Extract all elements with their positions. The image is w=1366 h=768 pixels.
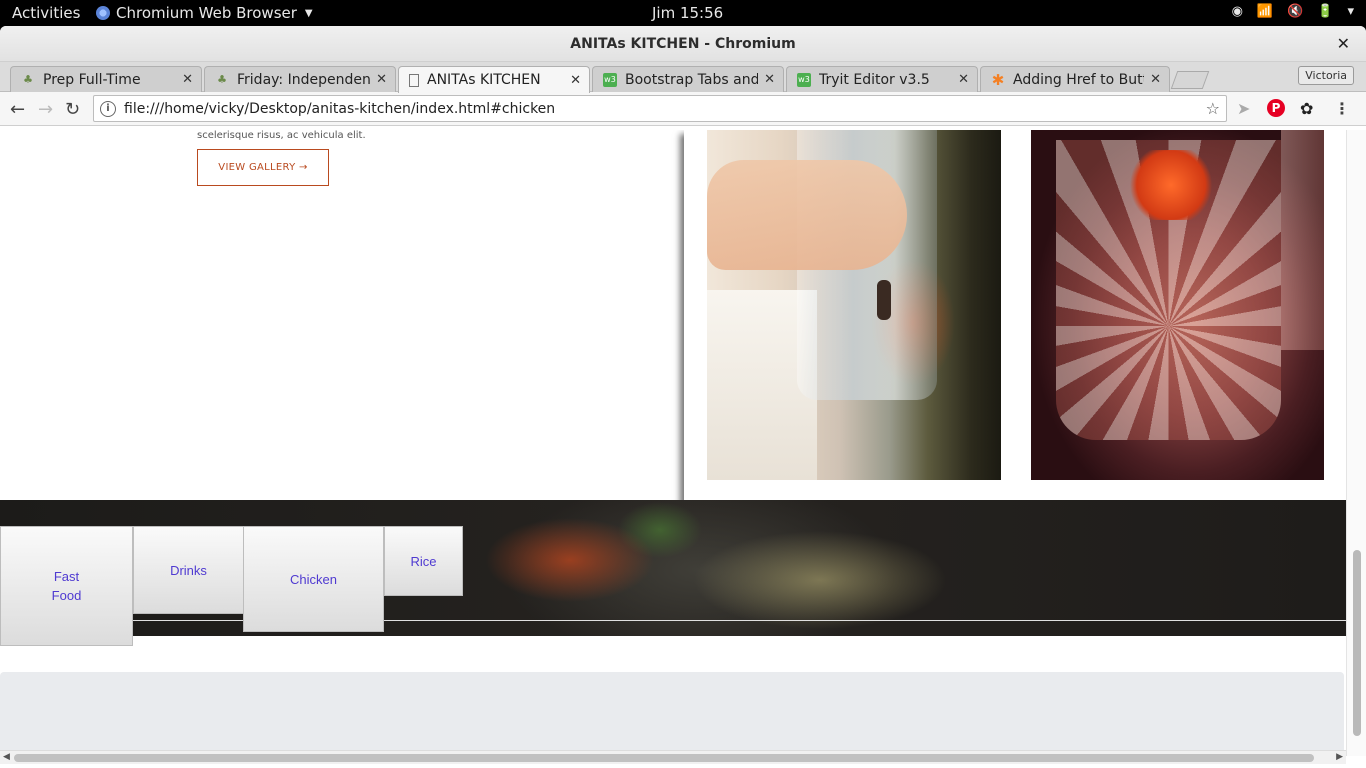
pinterest-icon[interactable]: P (1267, 99, 1285, 117)
tab-drinks[interactable]: Drinks (133, 526, 244, 614)
scrollbar-thumb[interactable] (1353, 550, 1361, 736)
url-text[interactable]: file:///home/vicky/Desktop/anitas-kitche… (124, 101, 555, 117)
system-top-bar: Activities Chromium Web Browser ▼ Jim 15… (0, 0, 1366, 26)
chevron-down-icon: ▼ (304, 7, 313, 19)
forward-icon[interactable]: → (38, 99, 53, 120)
w3-icon: w3 (603, 72, 617, 87)
scroll-right-icon[interactable]: ▶ (1336, 752, 1343, 762)
scrollbar-thumb[interactable] (14, 754, 1314, 762)
new-tab-button[interactable] (1170, 71, 1210, 89)
tree-icon: ♣ (217, 73, 227, 86)
profile-button[interactable]: Victoria (1298, 66, 1354, 85)
clock[interactable]: Jim 15:56 (652, 4, 723, 22)
tab-prep-full-time[interactable]: ♣ Prep Full-Time ✕ (10, 66, 202, 92)
volume-icon[interactable]: 🔇 (1287, 4, 1303, 19)
w3-icon: w3 (797, 72, 811, 87)
stackoverflow-icon: ✱ (991, 70, 1005, 89)
scroll-left-icon[interactable]: ◀ (3, 752, 10, 762)
tab-rice[interactable]: Rice (384, 526, 463, 596)
tab-label: Adding Href to Butto (1013, 71, 1145, 88)
chevron-down-icon[interactable]: ▾ (1347, 4, 1354, 19)
info-icon[interactable]: i (100, 100, 116, 117)
gnome-extension-icon[interactable]: ✿ (1300, 99, 1313, 118)
tree-icon: ♣ (23, 73, 33, 86)
chromium-icon (96, 6, 110, 20)
close-window-button[interactable]: ✕ (1337, 34, 1350, 53)
tab-friday-independent[interactable]: ♣ Friday: Independent ✕ (204, 66, 396, 92)
horizontal-scrollbar[interactable]: ◀ ▶ (0, 750, 1346, 764)
photo-detail (1281, 130, 1324, 350)
tab-bootstrap-tabs[interactable]: w3 Bootstrap Tabs and P ✕ (592, 66, 784, 92)
photo-cocktail-glass (1031, 130, 1324, 480)
reload-icon[interactable]: ↻ (65, 99, 80, 120)
tab-label: Bootstrap Tabs and P (625, 71, 759, 88)
tab-anitas-kitchen[interactable]: ANITAs KITCHEN ✕ (398, 66, 590, 93)
section-text: scelerisque risus, ac vehicula elit. (197, 130, 366, 141)
tab-strip: ♣ Prep Full-Time ✕ ♣ Friday: Independent… (0, 62, 1366, 93)
back-icon[interactable]: ← (10, 99, 25, 120)
tab-label: Friday: Independent (237, 71, 371, 88)
tab-fast-food[interactable]: Fast Food (0, 526, 133, 646)
photo-detail (707, 160, 907, 270)
vertical-scrollbar[interactable] (1346, 130, 1366, 756)
tab-adding-href[interactable]: ✱ Adding Href to Butto ✕ (980, 66, 1170, 92)
battery-icon[interactable]: 🔋 (1317, 4, 1333, 19)
send-extension-icon[interactable]: ➤ (1237, 99, 1250, 118)
app-menu[interactable]: Chromium Web Browser ▼ (96, 4, 313, 22)
browser-window: ANITAs KITCHEN - Chromium ✕ ♣ Prep Full-… (0, 26, 1366, 768)
address-bar[interactable]: i file:///home/vicky/Desktop/anitas-kitc… (93, 95, 1227, 122)
page-viewport: scelerisque risus, ac vehicula elit. VIE… (0, 130, 1366, 768)
wifi-icon[interactable]: 📶 (1257, 4, 1273, 19)
tab-chicken[interactable]: Chicken (243, 526, 384, 632)
title-bar: ANITAs KITCHEN - Chromium ✕ (0, 26, 1366, 62)
tab-label: ANITAs KITCHEN (427, 72, 541, 88)
menu-icon[interactable]: ⋮ (1334, 99, 1350, 118)
bookmark-star-icon[interactable]: ☆ (1206, 99, 1220, 118)
photo-panel (684, 130, 1346, 502)
divider (0, 620, 1346, 621)
window-title: ANITAs KITCHEN - Chromium (570, 36, 796, 52)
photo-detail (1126, 150, 1216, 220)
tab-label: Tryit Editor v3.5 (819, 71, 930, 88)
view-gallery-button[interactable]: VIEW GALLERY → (197, 149, 329, 186)
close-tab-icon[interactable]: ✕ (764, 72, 775, 87)
system-tray[interactable]: ◉ 📶 🔇 🔋 ▾ (1232, 4, 1354, 19)
close-tab-icon[interactable]: ✕ (182, 72, 193, 87)
photo-detail (877, 280, 891, 320)
browser-toolbar: ← → ↻ i file:///home/vicky/Desktop/anita… (0, 92, 1366, 126)
tab-tryit-editor[interactable]: w3 Tryit Editor v3.5 ✕ (786, 66, 978, 92)
close-tab-icon[interactable]: ✕ (1150, 72, 1161, 87)
page-icon (409, 73, 419, 87)
photo-hand-with-glass (707, 130, 1001, 480)
app-menu-label: Chromium Web Browser (116, 4, 297, 22)
close-tab-icon[interactable]: ✕ (376, 72, 387, 87)
tab-label: Prep Full-Time (43, 71, 141, 88)
accessibility-icon[interactable]: ◉ (1232, 4, 1243, 19)
footer-panel (0, 672, 1344, 756)
close-tab-icon[interactable]: ✕ (958, 72, 969, 87)
close-tab-icon[interactable]: ✕ (570, 73, 581, 88)
activities-button[interactable]: Activities (12, 4, 80, 22)
